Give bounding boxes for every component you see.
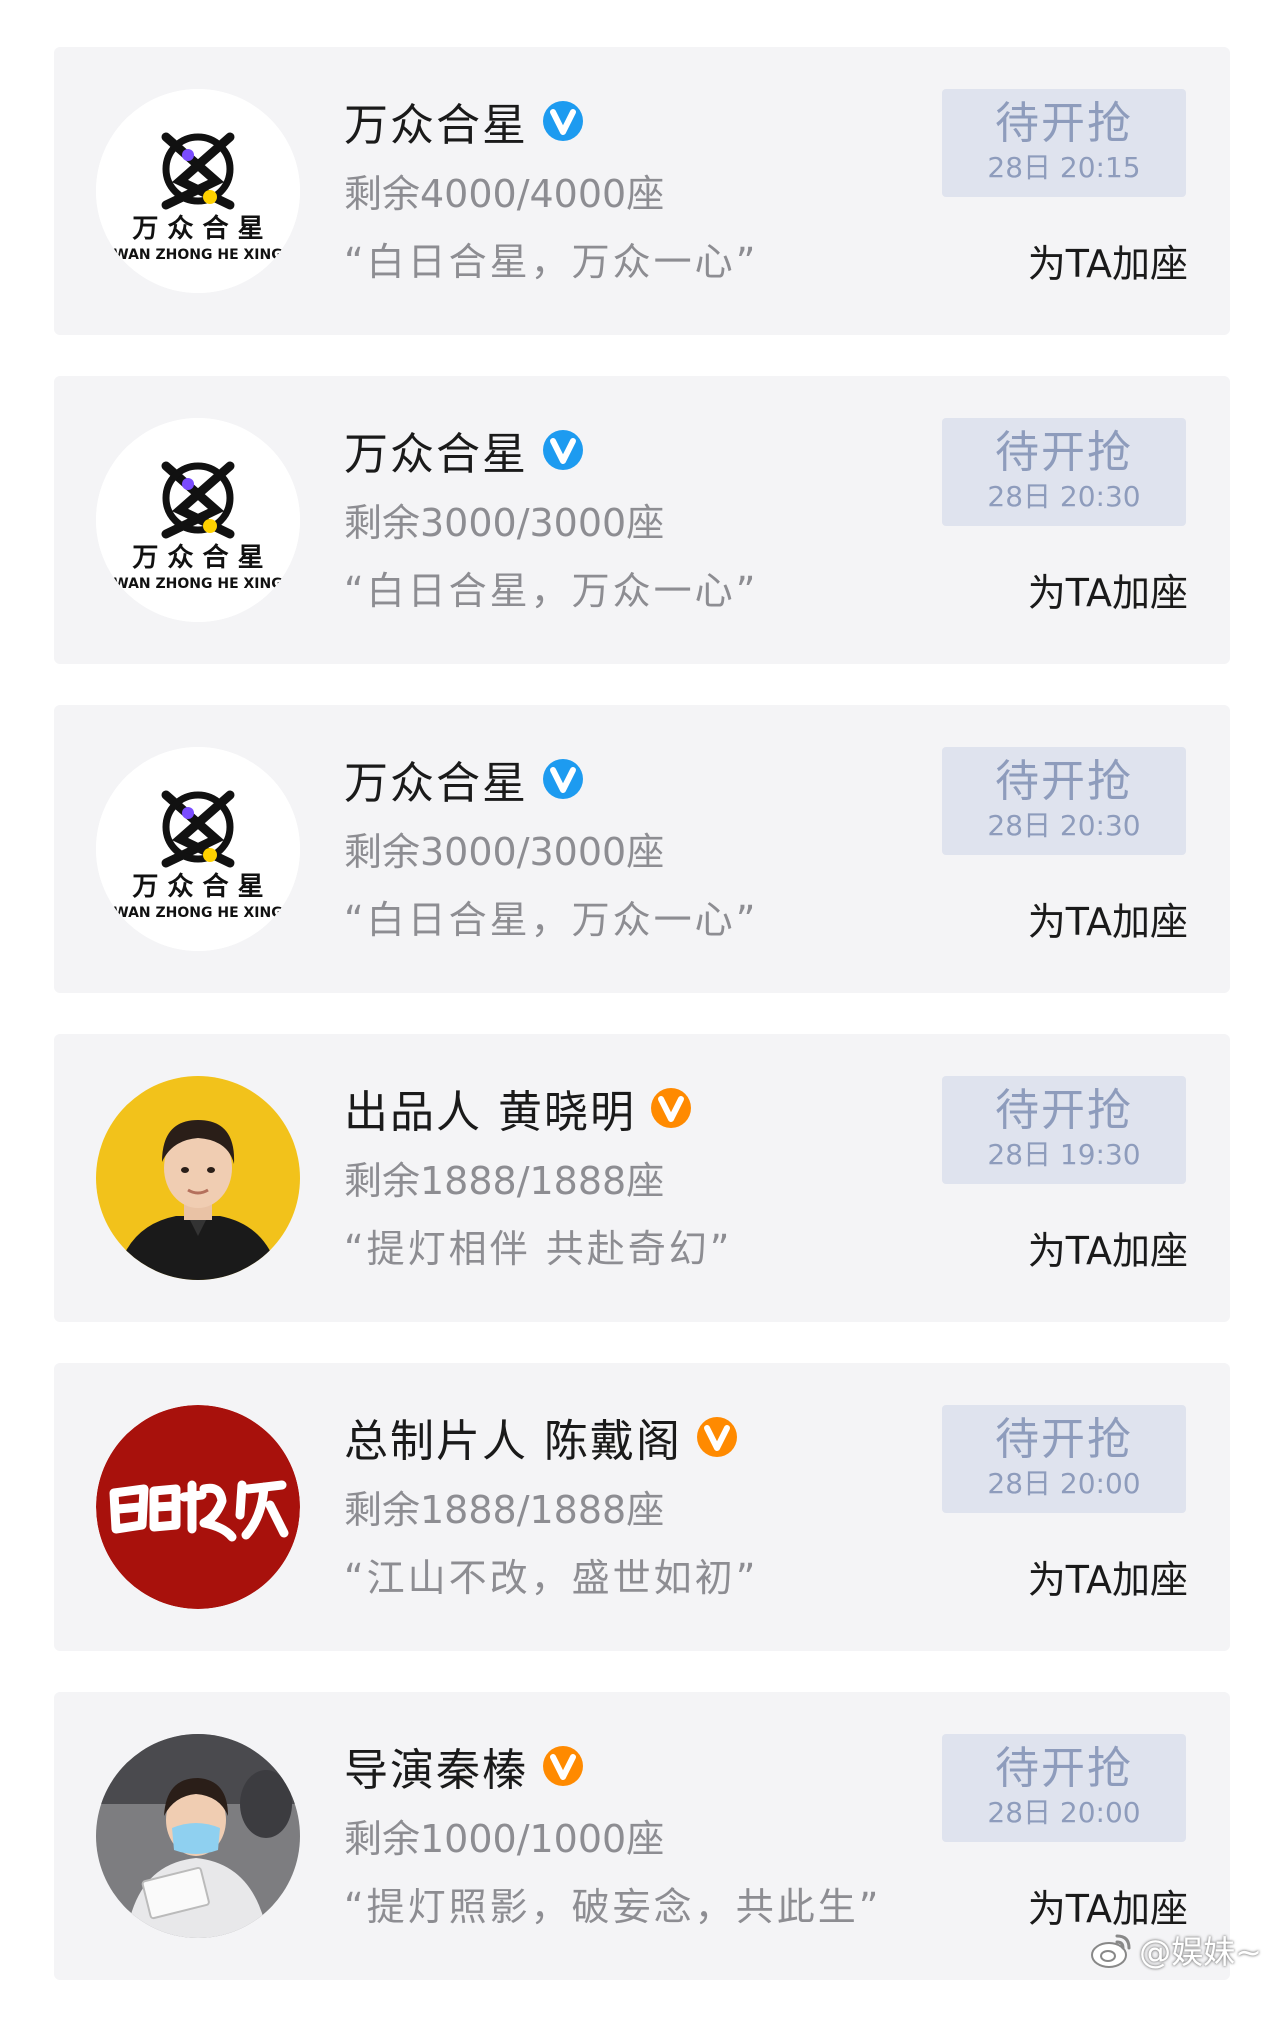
- account-name[interactable]: 出品人 黄晓明: [344, 1076, 636, 1140]
- wanzhong-logo-icon: 万 众 合 星 WAN ZHONG HE XING: [96, 418, 300, 622]
- svg-text:WAN ZHONG HE XING: WAN ZHONG HE XING: [113, 247, 282, 263]
- watermark: @娱妹~: [1089, 1927, 1262, 1973]
- list-item[interactable]: 导演秦榛 剩余1000/1000座 “提灯照影，破妄念，共此生” 待开抢 28日…: [54, 1692, 1230, 1980]
- verified-v-icon: [543, 101, 583, 141]
- status-label: 待开抢: [995, 756, 1133, 807]
- status-time: 28日 20:30: [987, 809, 1141, 842]
- list-item[interactable]: 万 众 合 星 WAN ZHONG HE XING 万众合星 剩余3000/30…: [54, 705, 1230, 993]
- slogan: “白日合星，万众一心”: [344, 898, 759, 942]
- avatar[interactable]: [96, 1405, 300, 1609]
- verified-v-icon: [651, 1088, 691, 1128]
- seat-count: 剩余1888/1888座: [344, 1159, 665, 1203]
- verified-v-icon: [543, 1746, 583, 1786]
- status-time: 28日 20:30: [987, 480, 1141, 513]
- watermark-text: @娱妹~: [1139, 1933, 1262, 1971]
- supporter-list: 万 众 合 星 WAN ZHONG HE XING 万众合星 剩余4000/40…: [54, 47, 1230, 2021]
- status-button[interactable]: 待开抢 28日 20:30: [942, 747, 1186, 855]
- verified-v-icon: [543, 759, 583, 799]
- status-label: 待开抢: [995, 1743, 1133, 1794]
- slogan: “提灯相伴 共赴奇幻”: [344, 1227, 733, 1271]
- status-button[interactable]: 待开抢 28日 20:30: [942, 418, 1186, 526]
- status-time: 28日 20:00: [987, 1467, 1141, 1500]
- seat-count: 剩余3000/3000座: [344, 501, 665, 545]
- status-label: 待开抢: [995, 1414, 1133, 1465]
- status-time: 28日 19:30: [987, 1138, 1141, 1171]
- seat-count: 剩余1888/1888座: [344, 1488, 665, 1532]
- status-label: 待开抢: [995, 1085, 1133, 1136]
- list-item[interactable]: 万 众 合 星 WAN ZHONG HE XING 万众合星 剩余3000/30…: [54, 376, 1230, 664]
- weibo-icon: [1091, 1934, 1131, 1968]
- person-photo-icon: [96, 1076, 300, 1280]
- account-name[interactable]: 万众合星: [344, 747, 528, 811]
- svg-text:WAN ZHONG HE XING: WAN ZHONG HE XING: [113, 905, 282, 921]
- status-button[interactable]: 待开抢 28日 20:00: [942, 1734, 1186, 1842]
- add-seat-button[interactable]: 为TA加座: [1028, 1878, 1188, 1933]
- add-seat-button[interactable]: 为TA加座: [1028, 1220, 1188, 1275]
- list-item[interactable]: 万 众 合 星 WAN ZHONG HE XING 万众合星 剩余4000/40…: [54, 47, 1230, 335]
- svg-text:万 众 合 星: 万 众 合 星: [132, 213, 263, 244]
- seat-count: 剩余4000/4000座: [344, 172, 665, 216]
- status-button[interactable]: 待开抢 28日 19:30: [942, 1076, 1186, 1184]
- slogan: “江山不改，盛世如初”: [344, 1556, 759, 1600]
- status-time: 28日 20:15: [987, 151, 1141, 184]
- account-name[interactable]: 万众合星: [344, 418, 528, 482]
- avatar[interactable]: 万 众 合 星 WAN ZHONG HE XING: [96, 89, 300, 293]
- status-label: 待开抢: [995, 98, 1133, 149]
- seat-count: 剩余1000/1000座: [344, 1817, 665, 1861]
- status-button[interactable]: 待开抢 28日 20:00: [942, 1405, 1186, 1513]
- wanzhong-logo-icon: 万 众 合 星 WAN ZHONG HE XING: [96, 747, 300, 951]
- avatar[interactable]: 万 众 合 星 WAN ZHONG HE XING: [96, 418, 300, 622]
- slogan: “白日合星，万众一心”: [344, 569, 759, 613]
- list-item[interactable]: 总制片人 陈戴阁 剩余1888/1888座 “江山不改，盛世如初” 待开抢 28…: [54, 1363, 1230, 1651]
- account-name[interactable]: 总制片人 陈戴阁: [344, 1405, 682, 1469]
- account-name[interactable]: 导演秦榛: [344, 1734, 528, 1798]
- svg-text:万 众 合 星: 万 众 合 星: [132, 871, 263, 902]
- person-photo-icon: [96, 1734, 300, 1938]
- slogan: “白日合星，万众一心”: [344, 240, 759, 284]
- status-button[interactable]: 待开抢 28日 20:15: [942, 89, 1186, 197]
- avatar[interactable]: 万 众 合 星 WAN ZHONG HE XING: [96, 747, 300, 951]
- add-seat-button[interactable]: 为TA加座: [1028, 233, 1188, 288]
- account-name[interactable]: 万众合星: [344, 89, 528, 153]
- list-item[interactable]: 出品人 黄晓明 剩余1888/1888座 “提灯相伴 共赴奇幻” 待开抢 28日…: [54, 1034, 1230, 1322]
- calligraphy-logo-icon: [96, 1405, 300, 1609]
- status-label: 待开抢: [995, 427, 1133, 478]
- avatar[interactable]: [96, 1734, 300, 1938]
- add-seat-button[interactable]: 为TA加座: [1028, 891, 1188, 946]
- avatar[interactable]: [96, 1076, 300, 1280]
- svg-text:WAN ZHONG HE XING: WAN ZHONG HE XING: [113, 576, 282, 592]
- slogan: “提灯照影，破妄念，共此生”: [344, 1885, 882, 1929]
- wanzhong-logo-icon: 万 众 合 星 WAN ZHONG HE XING: [96, 89, 300, 293]
- verified-v-icon: [543, 430, 583, 470]
- verified-v-icon: [697, 1417, 737, 1457]
- seat-count: 剩余3000/3000座: [344, 830, 665, 874]
- add-seat-button[interactable]: 为TA加座: [1028, 562, 1188, 617]
- svg-text:万 众 合 星: 万 众 合 星: [132, 542, 263, 573]
- add-seat-button[interactable]: 为TA加座: [1028, 1549, 1188, 1604]
- status-time: 28日 20:00: [987, 1796, 1141, 1829]
